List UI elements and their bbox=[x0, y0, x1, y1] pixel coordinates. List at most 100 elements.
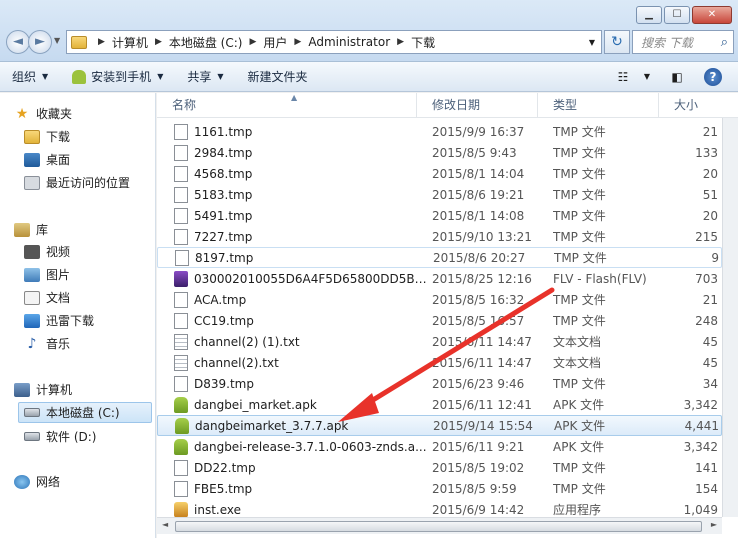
close-button[interactable]: ✕ bbox=[692, 6, 732, 24]
sidebar-item-drive-d[interactable]: 软件 (D:) bbox=[24, 426, 96, 447]
file-name: 5183.tmp bbox=[194, 187, 253, 202]
file-row[interactable]: dangbeimarket_3.7.7.apk 2015/9/14 15:54 AP… bbox=[157, 415, 722, 436]
column-name[interactable]: 名称 bbox=[157, 93, 417, 118]
organize-button[interactable]: 组织 ▼ bbox=[0, 62, 60, 92]
sidebar-item-label: 本地磁盘 (C:) bbox=[46, 406, 120, 420]
sidebar-item-downloads[interactable]: 下载 bbox=[24, 126, 70, 147]
column-type[interactable]: 类型 bbox=[538, 93, 659, 118]
address-dropdown-icon[interactable]: ▼ bbox=[589, 38, 595, 47]
file-date: 2015/8/6 20:27 bbox=[433, 250, 526, 265]
file-row[interactable]: 7227.tmp 2015/9/10 13:21 TMP 文件 215 bbox=[157, 226, 722, 247]
sidebar-item-libraries[interactable]: 库 bbox=[14, 219, 48, 240]
refresh-button[interactable]: ↻ bbox=[604, 30, 630, 54]
scroll-left-icon[interactable]: ◄ bbox=[162, 520, 168, 529]
sidebar-item-recent[interactable]: 最近访问的位置 bbox=[24, 172, 130, 193]
file-type: TMP 文件 bbox=[553, 314, 606, 328]
window-controls: ▁ ☐ ✕ bbox=[636, 6, 732, 24]
xunlei-icon bbox=[24, 313, 40, 328]
crumb-downloads[interactable]: 下载 bbox=[411, 34, 435, 51]
file-date: 2015/8/5 16:32 bbox=[432, 292, 525, 307]
share-button[interactable]: 共享 ▼ bbox=[175, 62, 235, 92]
file-list[interactable]: 名称 修改日期 类型 大小 ▲ 1161.tmp 2015/9/9 16:37 TM… bbox=[157, 93, 738, 538]
sidebar-item-label: 库 bbox=[36, 223, 49, 237]
view-dropdown-icon[interactable]: ▼ bbox=[636, 67, 658, 87]
file-row[interactable]: 8197.tmp 2015/8/6 20:27 TMP 文件 9 bbox=[157, 247, 722, 268]
file-row[interactable]: 4568.tmp 2015/8/1 14:04 TMP 文件 20 bbox=[157, 163, 722, 184]
help-icon[interactable]: ? bbox=[704, 68, 722, 86]
sidebar-item-label: 下载 bbox=[46, 130, 71, 144]
file-row[interactable]: channel(2) (1).txt 2015/6/11 14:47 文本文档 45 bbox=[157, 331, 722, 352]
sidebar-item-xunlei[interactable]: 迅雷下载 bbox=[24, 310, 94, 331]
chevron-right-icon[interactable]: ▶ bbox=[249, 37, 256, 47]
sidebar-item-favorites[interactable]: ★ 收藏夹 bbox=[14, 103, 72, 124]
file-row[interactable]: dangbei_market.apk 2015/6/11 12:41 APK 文件 3… bbox=[157, 394, 722, 415]
chevron-right-icon[interactable]: ▶ bbox=[397, 37, 404, 47]
file-size: 34 bbox=[702, 376, 718, 391]
crumb-drive-c[interactable]: 本地磁盘 (C:) bbox=[169, 34, 243, 51]
maximize-button[interactable]: ☐ bbox=[664, 6, 690, 24]
new-folder-button[interactable]: 新建文件夹 bbox=[236, 62, 320, 92]
history-dropdown-icon[interactable]: ▼ bbox=[54, 36, 60, 45]
picture-icon bbox=[24, 267, 40, 282]
chevron-right-icon[interactable]: ▶ bbox=[294, 37, 301, 47]
file-row[interactable]: 030002010055D6A4F5D65800DD5B2... 2015/8/2… bbox=[157, 268, 722, 289]
view-options-icon[interactable]: ☷ bbox=[612, 67, 634, 87]
breadcrumb[interactable]: ▶ 计算机 ▶ 本地磁盘 (C:) ▶ 用户 ▶ Administrator ▶… bbox=[66, 30, 602, 54]
file-type: TMP 文件 bbox=[553, 377, 606, 391]
search-input[interactable]: 搜索 下载 ⌕ bbox=[632, 30, 734, 54]
file-row[interactable]: D839.tmp 2015/6/23 9:46 TMP 文件 34 bbox=[157, 373, 722, 394]
file-size: 141 bbox=[695, 460, 718, 475]
file-name: DD22.tmp bbox=[194, 460, 256, 475]
file-size: 215 bbox=[695, 229, 718, 244]
file-type: APK 文件 bbox=[553, 398, 605, 412]
file-type: TMP 文件 bbox=[553, 461, 606, 475]
apk-file-icon bbox=[174, 396, 188, 413]
network-icon bbox=[14, 474, 30, 489]
chevron-down-icon: ▼ bbox=[157, 72, 164, 81]
search-icon[interactable]: ⌕ bbox=[721, 35, 728, 50]
sidebar-item-computer[interactable]: 计算机 bbox=[14, 379, 72, 400]
file-row[interactable]: CC19.tmp 2015/8/5 16:57 TMP 文件 248 bbox=[157, 310, 722, 331]
crumb-users[interactable]: 用户 bbox=[263, 34, 287, 51]
music-icon: ♪ bbox=[27, 335, 37, 352]
file-row[interactable]: ACA.tmp 2015/8/5 16:32 TMP 文件 21 bbox=[157, 289, 722, 310]
file-type: TMP 文件 bbox=[553, 125, 606, 139]
sidebar-item-label: 网络 bbox=[36, 475, 61, 489]
back-button[interactable]: ◄ bbox=[6, 30, 30, 54]
column-date[interactable]: 修改日期 bbox=[417, 93, 538, 118]
sidebar-item-music[interactable]: ♪ 音乐 bbox=[24, 333, 70, 354]
crumb-administrator[interactable]: Administrator bbox=[308, 35, 390, 49]
tmp-file-icon bbox=[174, 291, 188, 308]
sidebar-item-videos[interactable]: 视频 bbox=[24, 241, 70, 262]
sidebar-item-pictures[interactable]: 图片 bbox=[24, 264, 70, 285]
file-row[interactable]: 1161.tmp 2015/9/9 16:37 TMP 文件 21 bbox=[157, 121, 722, 142]
chevron-right-icon[interactable]: ▶ bbox=[98, 37, 105, 47]
file-row[interactable]: channel(2).txt 2015/6/11 14:47 文本文档 45 bbox=[157, 352, 722, 373]
file-row[interactable]: 5183.tmp 2015/8/6 19:21 TMP 文件 51 bbox=[157, 184, 722, 205]
file-name: 4568.tmp bbox=[194, 166, 253, 181]
file-name: 7227.tmp bbox=[194, 229, 253, 244]
file-row[interactable]: 2984.tmp 2015/8/5 9:43 TMP 文件 133 bbox=[157, 142, 722, 163]
file-row[interactable]: dangbei-release-3.7.1.0-0603-znds.a... 20… bbox=[157, 436, 722, 457]
column-size[interactable]: 大小 bbox=[659, 93, 722, 118]
sidebar-item-drive-c[interactable]: 本地磁盘 (C:) bbox=[18, 402, 152, 423]
chevron-right-icon[interactable]: ▶ bbox=[155, 37, 162, 47]
scrollbar-thumb[interactable] bbox=[175, 521, 702, 532]
forward-button[interactable]: ► bbox=[28, 30, 52, 54]
sidebar-item-desktop[interactable]: 桌面 bbox=[24, 149, 70, 170]
vertical-scrollbar[interactable] bbox=[722, 118, 738, 517]
drive-icon bbox=[24, 408, 40, 417]
scroll-right-icon[interactable]: ► bbox=[711, 520, 717, 529]
horizontal-scrollbar[interactable]: ◄ ► bbox=[157, 517, 722, 534]
install-to-phone-button[interactable]: 安装到手机 ▼ bbox=[60, 62, 175, 92]
preview-pane-icon[interactable]: ◧ bbox=[666, 67, 688, 87]
sidebar-item-network[interactable]: 网络 bbox=[14, 471, 60, 492]
file-row[interactable]: DD22.tmp 2015/8/5 19:02 TMP 文件 141 bbox=[157, 457, 722, 478]
command-bar: 组织 ▼ 安装到手机 ▼ 共享 ▼ 新建文件夹 ☷ ▼ ◧ ? bbox=[0, 62, 738, 92]
file-row[interactable]: FBE5.tmp 2015/8/5 9:59 TMP 文件 154 bbox=[157, 478, 722, 499]
minimize-button[interactable]: ▁ bbox=[636, 6, 662, 24]
desktop-icon bbox=[24, 152, 40, 167]
crumb-computer[interactable]: 计算机 bbox=[112, 34, 148, 51]
sidebar-item-documents[interactable]: 文档 bbox=[24, 287, 70, 308]
file-row[interactable]: 5491.tmp 2015/8/1 14:08 TMP 文件 20 bbox=[157, 205, 722, 226]
